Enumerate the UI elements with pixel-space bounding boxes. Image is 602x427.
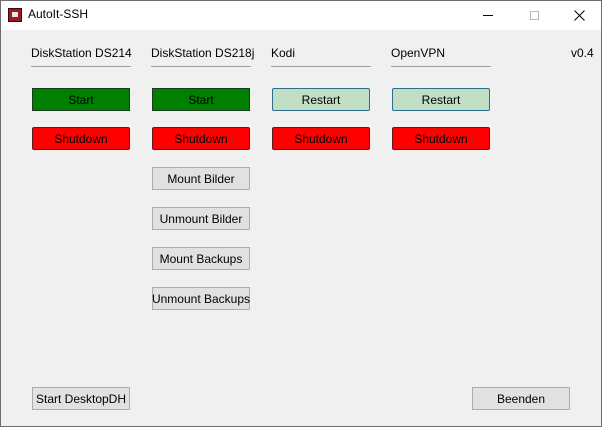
openvpn-restart-button[interactable]: Restart (392, 88, 490, 111)
header-ds214: DiskStation DS214 (31, 46, 132, 67)
close-button[interactable] (556, 1, 602, 30)
kodi-shutdown-button[interactable]: Shutdown (272, 127, 370, 150)
app-window: AutoIt-SSH DiskStation DS214 DiskStation… (0, 0, 602, 427)
close-icon (573, 10, 585, 21)
header-openvpn: OpenVPN (391, 46, 491, 67)
mount-backups-button[interactable]: Mount Backups (152, 247, 250, 270)
version-label: v0.4 (571, 46, 594, 60)
unmount-bilder-button[interactable]: Unmount Bilder (152, 207, 250, 230)
minimize-button[interactable] (465, 1, 511, 30)
ds218j-start-button[interactable]: Start (152, 88, 250, 111)
start-desktop-button[interactable]: Start DesktopDH (32, 387, 130, 410)
header-kodi: Kodi (271, 46, 371, 67)
title-bar[interactable]: AutoIt-SSH (1, 1, 601, 30)
header-ds218j: DiskStation DS218j (151, 46, 254, 67)
kodi-restart-button[interactable]: Restart (272, 88, 370, 111)
ds214-shutdown-button[interactable]: Shutdown (32, 127, 130, 150)
app-icon (8, 8, 22, 22)
exit-button[interactable]: Beenden (472, 387, 570, 410)
ds214-start-button[interactable]: Start (32, 88, 130, 111)
ds218j-shutdown-button[interactable]: Shutdown (152, 127, 250, 150)
maximize-button[interactable] (511, 1, 557, 30)
window-title: AutoIt-SSH (28, 7, 89, 21)
mount-bilder-button[interactable]: Mount Bilder (152, 167, 250, 190)
openvpn-shutdown-button[interactable]: Shutdown (392, 127, 490, 150)
minimize-icon (483, 15, 493, 16)
unmount-backups-button[interactable]: Unmount Backups (152, 287, 250, 310)
maximize-icon (529, 11, 539, 20)
